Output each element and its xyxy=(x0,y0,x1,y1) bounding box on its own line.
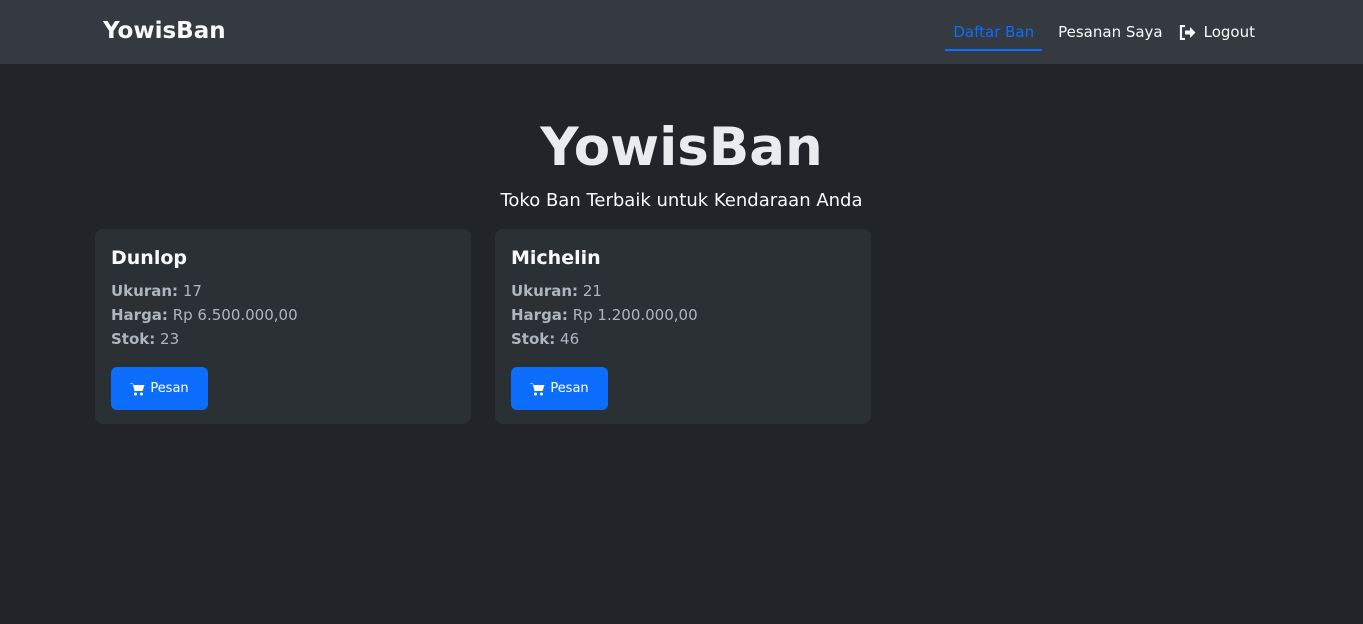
stock-value: 46 xyxy=(560,330,580,348)
cart-icon xyxy=(530,382,545,395)
order-button[interactable]: Pesan xyxy=(111,367,208,410)
stock-value: 23 xyxy=(160,330,180,348)
hero-subtitle: Toko Ban Terbaik untuk Kendaraan Anda xyxy=(500,190,863,211)
navbar: YowisBan Daftar Ban Pesanan Saya Logout xyxy=(0,0,1363,64)
nav-daftar-ban[interactable]: Daftar Ban xyxy=(945,0,1042,64)
order-label: Pesan xyxy=(150,381,189,396)
order-label: Pesan xyxy=(550,381,589,396)
nav-logout[interactable]: Logout xyxy=(1171,0,1263,64)
cart-icon xyxy=(130,382,145,395)
hero-title: YowisBan xyxy=(540,117,823,178)
logout-label: Logout xyxy=(1203,23,1255,41)
size-value: 21 xyxy=(582,282,602,300)
price-value: Rp 1.200.000,00 xyxy=(572,306,698,324)
logout-icon xyxy=(1179,24,1196,40)
price-value: Rp 6.500.000,00 xyxy=(172,306,298,324)
order-button[interactable]: Pesan xyxy=(511,367,608,410)
nav-pesanan-saya[interactable]: Pesanan Saya xyxy=(1050,0,1171,64)
product-name: Dunlop xyxy=(111,247,187,269)
product-name: Michelin xyxy=(511,247,601,269)
product-card: Dunlop Ukuran: 17 Harga: Rp 6.500.000,00… xyxy=(95,229,471,424)
size-label: Ukuran: xyxy=(511,282,579,300)
price-label: Harga: xyxy=(511,306,568,324)
price-label: Harga: xyxy=(111,306,168,324)
stock-label: Stok: xyxy=(111,330,156,348)
brand-logo[interactable]: YowisBan xyxy=(103,18,226,44)
size-value: 17 xyxy=(182,282,202,300)
product-card: Michelin Ukuran: 21 Harga: Rp 1.200.000,… xyxy=(495,229,871,424)
stock-label: Stok: xyxy=(511,330,556,348)
size-label: Ukuran: xyxy=(111,282,179,300)
